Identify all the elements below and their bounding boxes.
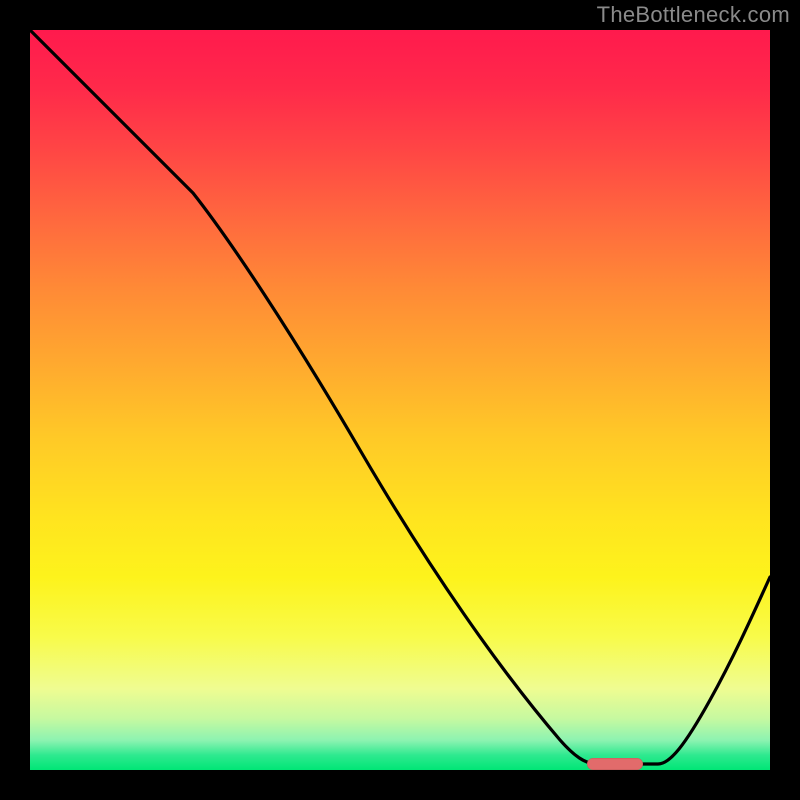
plot-area xyxy=(30,30,770,770)
chart-container: TheBottleneck.com xyxy=(0,0,800,800)
curve-path xyxy=(30,30,770,764)
watermark-label: TheBottleneck.com xyxy=(597,2,790,28)
bottleneck-curve xyxy=(30,30,770,770)
optimal-marker xyxy=(587,758,643,770)
